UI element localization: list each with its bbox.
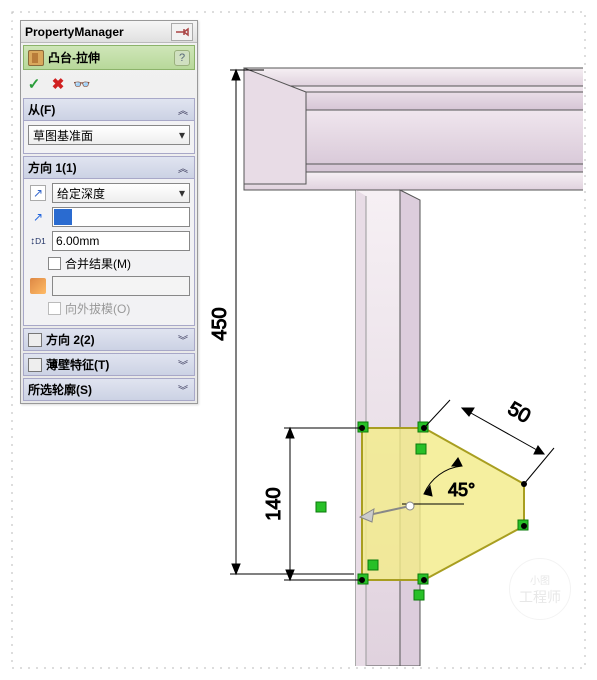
help-icon[interactable]: ?: [174, 50, 190, 66]
dir2-checkbox[interactable]: [28, 333, 42, 347]
reverse-direction-icon[interactable]: ↗: [30, 185, 46, 201]
merge-result-label: 合并结果(M): [65, 255, 131, 272]
section-thin-label: 薄壁特征(T): [46, 356, 172, 373]
section-thin-header[interactable]: 薄壁特征(T) ︾: [24, 354, 194, 375]
section-from-header[interactable]: 从(F) ︽: [24, 99, 194, 121]
svg-text:140: 140: [263, 487, 285, 520]
svg-text:450: 450: [209, 307, 231, 340]
chevron-down-icon: ︾: [176, 333, 190, 347]
ok-button[interactable]: ✓: [25, 75, 43, 93]
draft-outward-label: 向外拔模(O): [65, 300, 130, 317]
watermark: 小图 工程师: [509, 558, 571, 620]
depth-value: 6.00mm: [53, 234, 102, 248]
chevron-up-icon: ︽: [176, 161, 190, 175]
chevron-down-icon: ︾: [176, 358, 190, 372]
chevron-up-icon: ︽: [176, 103, 190, 117]
pin-icon[interactable]: [171, 23, 193, 41]
draft-angle-input[interactable]: [52, 276, 190, 296]
from-plane-dropdown[interactable]: 草图基准面: [28, 125, 190, 145]
draft-outward-checkbox: [48, 302, 61, 315]
dimension-140: 140: [263, 428, 360, 580]
section-selected-contours: 所选轮廓(S) ︾: [23, 378, 195, 401]
beam-horizontal: [244, 68, 583, 190]
section-direction2: 方向 2(2) ︾: [23, 328, 195, 351]
section-from: 从(F) ︽ 草图基准面: [23, 98, 195, 154]
watermark-line2: 工程师: [519, 587, 561, 607]
preview-button[interactable]: 👓: [73, 75, 91, 93]
extrude-boss-icon: [28, 50, 44, 66]
draft-icon[interactable]: [30, 278, 46, 294]
sketch-profile[interactable]: [316, 422, 528, 600]
d1-depth-icon: ↕D1: [28, 236, 48, 247]
watermark-line1: 小图: [530, 572, 550, 587]
chevron-down-icon: ︾: [176, 383, 190, 397]
pm-title: PropertyManager: [25, 25, 167, 39]
section-contours-label: 所选轮廓(S): [28, 381, 172, 398]
section-thin-feature: 薄壁特征(T) ︾: [23, 353, 195, 376]
section-contours-header[interactable]: 所选轮廓(S) ︾: [24, 379, 194, 400]
merge-result-checkbox[interactable]: [48, 257, 61, 270]
svg-text:45°: 45°: [448, 480, 475, 500]
thin-checkbox[interactable]: [28, 358, 42, 372]
command-row: ✓ ✖ 👓: [21, 72, 197, 96]
svg-text:50: 50: [504, 398, 534, 428]
end-condition-dropdown[interactable]: 给定深度: [52, 183, 190, 203]
direction-reference-input[interactable]: [52, 207, 190, 227]
from-plane-value: 草图基准面: [33, 127, 93, 144]
feature-title-bar: 凸台-拉伸 ?: [23, 45, 195, 70]
direction-arrow-icon: ↗: [28, 210, 48, 224]
section-direction1: 方向 1(1) ︽ ↗ 给定深度 ↗ ↕D1: [23, 156, 195, 326]
section-dir2-header[interactable]: 方向 2(2) ︾: [24, 329, 194, 350]
cancel-button[interactable]: ✖: [49, 75, 67, 93]
direction-reference-value: [54, 209, 72, 225]
section-from-label: 从(F): [28, 101, 172, 118]
depth-input[interactable]: 6.00mm: [52, 231, 190, 251]
feature-title-text: 凸台-拉伸: [48, 49, 170, 66]
section-dir1-header[interactable]: 方向 1(1) ︽: [24, 157, 194, 179]
end-condition-value: 给定深度: [57, 185, 105, 202]
pm-header: PropertyManager: [21, 21, 197, 43]
section-dir2-label: 方向 2(2): [46, 331, 172, 348]
property-manager-panel: PropertyManager 凸台-拉伸 ? ✓ ✖ 👓 从(F) ︽: [20, 20, 198, 404]
section-dir1-label: 方向 1(1): [28, 159, 172, 176]
